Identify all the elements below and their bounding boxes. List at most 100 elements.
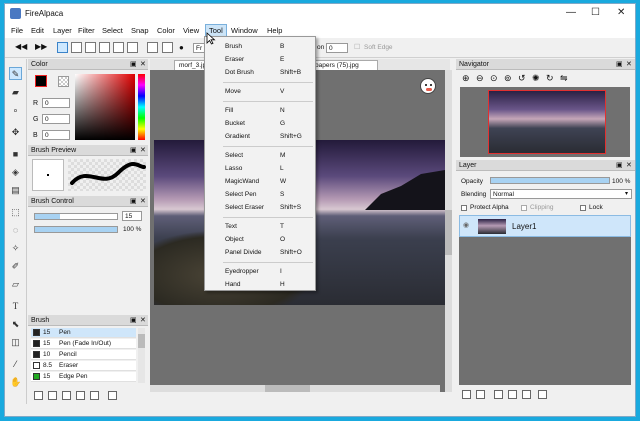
brush-list-scroll-thumb[interactable] [138,334,145,348]
aa-on-icon[interactable] [71,42,82,53]
hand-tool-icon[interactable]: ✋ [9,375,22,388]
rotate-right-icon[interactable]: ↻ [546,73,554,84]
g-input[interactable]: 0 [42,114,70,124]
menu-window[interactable]: Window [231,26,258,35]
menu-item-eraser[interactable]: Eraser E [205,54,317,66]
canvas-hscrollbar[interactable] [150,385,440,392]
magic-wand-icon[interactable]: ✧ [9,241,22,254]
eraser-tool-icon[interactable]: ▰ [9,85,22,98]
layer-row[interactable]: ◉ Layer1 [459,215,631,237]
protect-alpha-checkbox[interactable] [461,205,467,211]
brush-item[interactable]: 8.5 Eraser [31,361,136,371]
soft-edge-checkbox-icon[interactable]: ☐ [354,43,360,51]
menu-view[interactable]: View [183,26,199,35]
hue-slider[interactable] [138,74,145,140]
panel-float-icon[interactable]: ▣ [616,59,623,70]
brush-tool-icon[interactable]: ✎ [9,67,22,80]
snap-off-icon[interactable] [162,42,173,53]
grid-icon[interactable] [85,42,96,53]
blending-select[interactable]: Normal [490,189,632,199]
move-tool-icon[interactable]: ✥ [9,125,22,138]
brush-item[interactable]: 15 Pen (Fade In/Out) [31,339,136,349]
bucket-tool-icon[interactable]: ◈ [9,165,22,178]
menu-item-eyedropper[interactable]: Eyedropper I [205,266,317,278]
panel-close-icon[interactable]: ✕ [140,196,146,207]
menu-item-select-pen[interactable]: Select Pen S [205,189,317,201]
saturation-value-picker[interactable] [75,74,135,140]
brush-item[interactable]: 15 Edge Pen [31,372,136,382]
menu-item-gradient[interactable]: Gradient Shift+G [205,131,317,143]
brush-item[interactable]: 10 Pencil [31,350,136,360]
panel-float-icon[interactable]: ▣ [130,196,137,207]
panel-float-icon[interactable]: ▣ [130,145,137,156]
menu-item-magicwand[interactable]: MagicWand W [205,176,317,188]
close-button[interactable]: ✕ [617,7,625,18]
primary-color-swatch[interactable] [35,75,47,87]
menu-item-object[interactable]: Object O [205,234,317,246]
object-tool-icon[interactable]: ⬉ [9,317,22,330]
new-folder-icon[interactable] [476,390,485,399]
save-brush-icon[interactable] [90,391,99,400]
brush-settings-icon[interactable] [62,391,71,400]
trash-icon[interactable] [108,391,117,400]
eye-icon[interactable]: ◉ [463,221,469,229]
eyedropper-icon[interactable]: ⁄ [9,357,22,370]
correction-icon[interactable] [147,42,158,53]
panel-close-icon[interactable]: ✕ [626,59,632,70]
lock-checkbox[interactable] [580,205,586,211]
panel-float-icon[interactable]: ▣ [130,315,137,326]
zoom-in-icon[interactable]: ⊕ [462,73,470,84]
select-pen-icon[interactable]: ✐ [9,259,22,272]
rotate-reset-icon[interactable]: ✺ [532,73,540,84]
menu-file[interactable]: File [11,26,23,35]
menu-snap[interactable]: Snap [131,26,149,35]
layer-opacity-slider[interactable] [490,177,610,184]
minimize-button[interactable]: — [566,7,576,18]
menu-item-select-eraser[interactable]: Select Eraser Shift+S [205,202,317,214]
redo-icon[interactable]: ▶▶ [35,42,47,51]
gradient-tool-icon[interactable]: ▤ [9,183,22,196]
panel-close-icon[interactable]: ✕ [626,160,632,171]
menu-item-bucket[interactable]: Bucket G [205,118,317,130]
r-input[interactable]: 0 [42,98,70,108]
merge-layer-icon[interactable] [508,390,517,399]
panel-float-icon[interactable]: ▣ [130,59,137,70]
new-brush-icon[interactable] [34,391,43,400]
brush-size-slider[interactable] [34,213,118,220]
flip-icon[interactable]: ⇋ [560,73,568,84]
delete-layer-icon[interactable] [538,390,547,399]
undo-icon[interactable]: ◀◀ [15,42,27,51]
menu-select[interactable]: Select [102,26,123,35]
aa-off-icon[interactable] [57,42,68,53]
text-tool-icon[interactable]: T [9,299,22,312]
dot-brush-icon[interactable]: ∘ [9,103,22,116]
panel-divide-icon[interactable]: ◫ [9,335,22,348]
lasso-tool-icon[interactable]: ◌ [9,223,22,236]
select-eraser-icon[interactable]: ▱ [9,277,22,290]
brush-opacity-slider[interactable] [34,226,118,233]
menu-item-text[interactable]: Text T [205,221,317,233]
menu-help[interactable]: Help [267,26,282,35]
position-select[interactable]: 0 [326,43,348,53]
menu-layer[interactable]: Layer [53,26,72,35]
canvas-vscroll-thumb[interactable] [445,210,452,255]
menu-item-hand[interactable]: Hand H [205,279,317,291]
snap-radial-icon[interactable] [127,42,138,53]
rotate-left-icon[interactable]: ↺ [518,73,526,84]
zoom-fit-icon[interactable]: ⊙ [490,73,498,84]
new-layer-icon[interactable] [462,390,471,399]
menu-item-panel-divide[interactable]: Panel Divide Shift+O [205,247,317,259]
canvas-hscroll-thumb[interactable] [265,385,310,392]
menu-item-move[interactable]: Move V [205,86,317,98]
zoom-actual-icon[interactable]: ⊚ [504,73,512,84]
fill-tool-icon[interactable]: ■ [9,147,22,160]
menu-item-dot-brush[interactable]: Dot Brush Shift+B [205,67,317,79]
clipping-checkbox[interactable] [521,205,527,211]
folder-icon[interactable] [76,391,85,400]
select-tool-icon[interactable]: ⬚ [9,205,22,218]
snap-circle-icon[interactable] [113,42,124,53]
b-input[interactable]: 0 [42,130,70,140]
canvas-vscrollbar[interactable] [445,70,452,392]
menu-item-select[interactable]: Select M [205,150,317,162]
navigator-view[interactable] [460,87,630,157]
